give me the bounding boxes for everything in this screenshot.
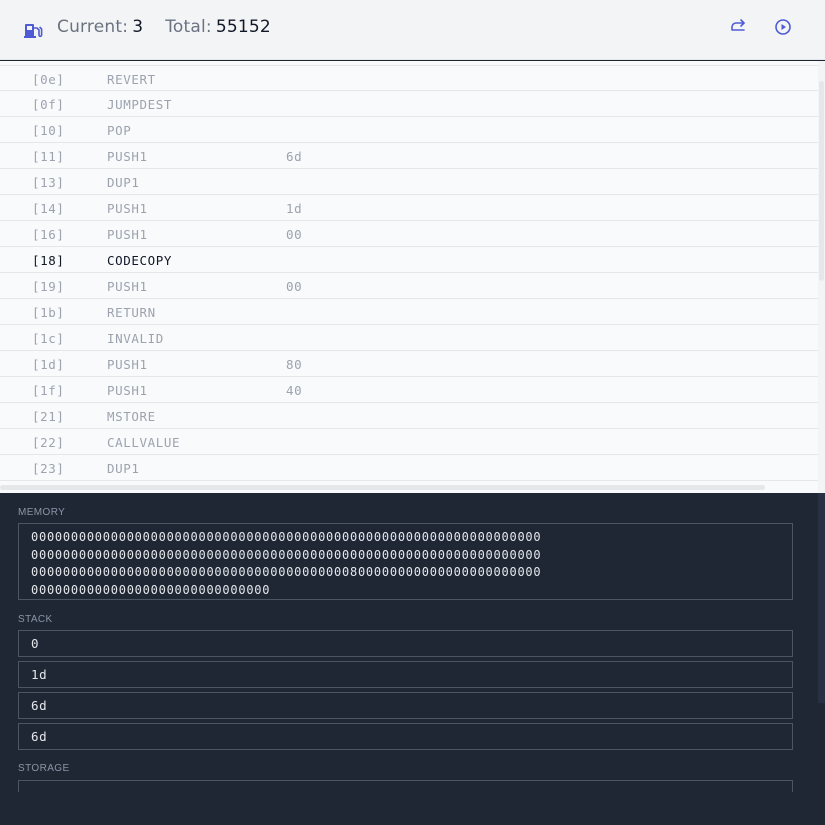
instruction-opcode: POP (107, 123, 132, 138)
instruction-address: [1d] (32, 357, 65, 372)
instruction-row-current[interactable]: [18] CODECOPY (0, 247, 818, 273)
toolbar-header: Current: 3 Total: 55152 (0, 0, 825, 60)
instruction-row[interactable]: [19] PUSH1 00 (0, 273, 818, 299)
instruction-opcode: DUP1 (107, 175, 140, 190)
stack-item: 6d (18, 723, 793, 750)
instruction-argument: 40 (286, 383, 303, 398)
instruction-address: [1c] (32, 331, 65, 346)
instruction-argument: 00 (286, 227, 303, 242)
stack-item: 6d (18, 692, 793, 719)
stack-item: 0 (18, 630, 793, 657)
instruction-row[interactable]: [1c] INVALID (0, 325, 818, 351)
instruction-row[interactable]: [23] DUP1 (0, 455, 818, 481)
instruction-opcode: PUSH1 (107, 357, 148, 372)
instruction-address: [1b] (32, 305, 65, 320)
instruction-opcode: DUP1 (107, 461, 140, 476)
current-value: 3 (132, 17, 144, 37)
instruction-row[interactable]: [21] MSTORE (0, 403, 818, 429)
instruction-opcode: PUSH1 (107, 149, 148, 164)
instruction-opcode: MSTORE (107, 409, 156, 424)
instruction-address: [19] (32, 279, 65, 294)
instruction-address: [22] (32, 435, 65, 450)
instruction-argument: 1d (286, 201, 303, 216)
instruction-row[interactable]: [0e] REVERT (0, 65, 818, 91)
play-circle-icon[interactable] (774, 18, 792, 36)
horizontal-scrollbar[interactable] (0, 485, 765, 490)
vertical-scrollbar[interactable] (818, 61, 825, 493)
instruction-address: [18] (32, 253, 65, 268)
total-label: Total: (165, 17, 212, 37)
stack-item: 1d (18, 661, 793, 688)
instruction-address: [1f] (32, 383, 65, 398)
storage-box (18, 780, 793, 792)
state-panel: MEMORY 000000000000000000000000000000000… (0, 493, 825, 825)
instruction-opcode: PUSH1 (107, 227, 148, 242)
scrollbar-thumb[interactable] (819, 81, 824, 281)
instruction-address: [14] (32, 201, 65, 216)
memory-box: 0000000000000000000000000000000000000000… (18, 523, 793, 600)
state-scrollbar[interactable] (818, 493, 825, 703)
instruction-row[interactable]: [16] PUSH1 00 (0, 221, 818, 247)
instruction-row[interactable]: [10] POP (0, 117, 818, 143)
gas-pump-icon (24, 24, 43, 38)
instruction-address: [16] (32, 227, 65, 242)
current-label: Current: (57, 17, 129, 37)
instruction-row[interactable]: [11] PUSH1 6d (0, 143, 818, 169)
instruction-row[interactable]: [1b] RETURN (0, 299, 818, 325)
instruction-argument: 00 (286, 279, 303, 294)
instruction-row[interactable]: [0f] JUMPDEST (0, 91, 818, 117)
panel-footer (0, 792, 825, 825)
redo-icon[interactable] (729, 18, 747, 36)
instruction-row[interactable]: [14] PUSH1 1d (0, 195, 818, 221)
instruction-address: [21] (32, 409, 65, 424)
instruction-list: [0e] REVERT [0f] JUMPDEST [10] POP [11] PUSH1 6d… (0, 65, 818, 481)
instruction-argument: 6d (286, 149, 303, 164)
instruction-opcode: CALLVALUE (107, 435, 181, 450)
storage-label: STORAGE (18, 763, 70, 774)
instruction-address: [0f] (32, 97, 65, 112)
instruction-argument: 80 (286, 357, 303, 372)
instruction-opcode: REVERT (107, 72, 156, 87)
instruction-address: [13] (32, 175, 65, 190)
memory-line: 0000000000000000000000000000000000000000… (31, 565, 542, 579)
instruction-row[interactable]: [22] CALLVALUE (0, 429, 818, 455)
instruction-opcode: PUSH1 (107, 279, 148, 294)
memory-label: MEMORY (18, 507, 66, 518)
instruction-address: [10] (32, 123, 65, 138)
stack-label: STACK (18, 614, 53, 625)
instruction-opcode: RETURN (107, 305, 156, 320)
total-value: 55152 (215, 17, 271, 37)
instruction-list-panel[interactable]: [0e] REVERT [0f] JUMPDEST [10] POP [11] PUSH1 6d… (0, 61, 825, 493)
instruction-opcode: JUMPDEST (107, 97, 173, 112)
gas-counter: Current: 3 Total: 55152 (57, 17, 271, 37)
instruction-address: [0e] (32, 72, 65, 87)
instruction-opcode: INVALID (107, 331, 164, 346)
instruction-address: [11] (32, 149, 65, 164)
instruction-row[interactable]: [1d] PUSH1 80 (0, 351, 818, 377)
memory-line: 0000000000000000000000000000000000000000… (31, 547, 542, 562)
memory-line: 0000000000000000000000000000000000000000… (31, 530, 542, 544)
memory-line: 000000000000000000000000000000 (31, 582, 271, 597)
instruction-opcode: CODECOPY (107, 253, 173, 268)
instruction-opcode: PUSH1 (107, 383, 148, 398)
instruction-opcode: PUSH1 (107, 201, 148, 216)
instruction-row[interactable]: [1f] PUSH1 40 (0, 377, 818, 403)
instruction-row[interactable]: [13] DUP1 (0, 169, 818, 195)
instruction-address: [23] (32, 461, 65, 476)
